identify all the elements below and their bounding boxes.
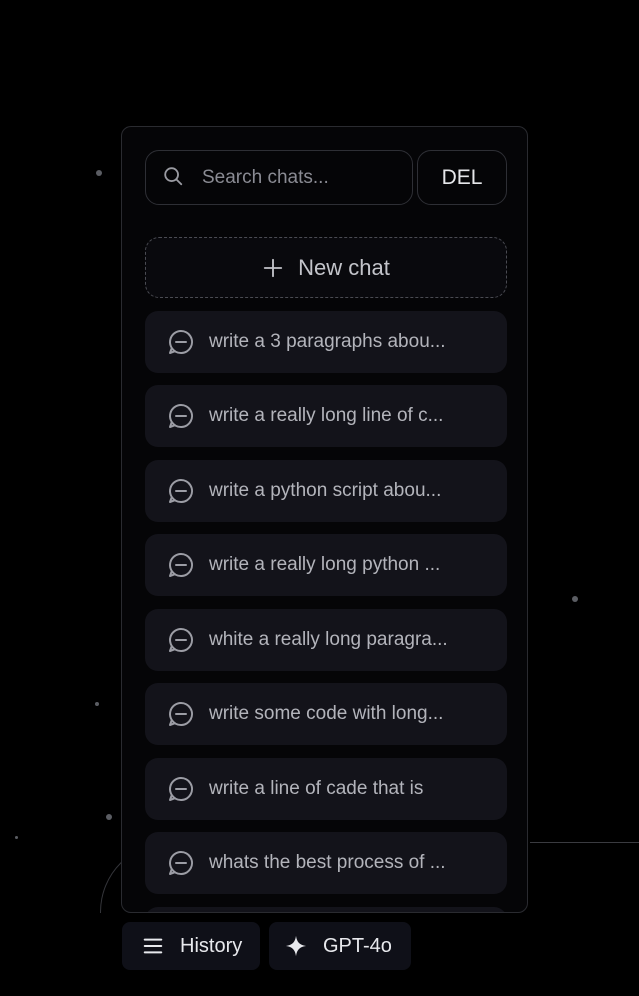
background-dot bbox=[95, 702, 99, 706]
background-dot bbox=[15, 836, 18, 839]
chat-list-item[interactable]: write a 3 paragraphs abou... bbox=[145, 311, 507, 373]
background-dot bbox=[572, 596, 578, 602]
chat-bubble-icon bbox=[169, 777, 193, 801]
search-input[interactable] bbox=[202, 161, 402, 195]
history-label: History bbox=[180, 934, 243, 957]
chat-bubble-icon bbox=[169, 404, 193, 428]
search-box[interactable] bbox=[145, 150, 413, 205]
history-button[interactable]: History bbox=[122, 922, 260, 970]
chat-list-item[interactable] bbox=[145, 907, 507, 912]
chat-list-item[interactable]: white a really long paragra... bbox=[145, 609, 507, 671]
chat-title: write some code with long... bbox=[209, 703, 444, 724]
chat-list-item[interactable]: write a python script abou... bbox=[145, 460, 507, 522]
background-line bbox=[530, 842, 639, 843]
chat-title: write a really long python ... bbox=[209, 554, 441, 575]
delete-button[interactable]: DEL bbox=[417, 150, 507, 205]
new-chat-label: New chat bbox=[298, 254, 390, 280]
chat-bubble-icon bbox=[169, 628, 193, 652]
chat-history-panel: DEL New chat write a 3 paragraphs abou..… bbox=[121, 126, 528, 913]
model-selector-button[interactable]: GPT-4o bbox=[269, 922, 411, 970]
chat-title: write a line of cade that is bbox=[209, 778, 424, 799]
chat-list-item[interactable]: write a really long line of c... bbox=[145, 385, 507, 447]
chat-bubble-icon bbox=[169, 702, 193, 726]
background-dot bbox=[96, 170, 102, 176]
plus-icon bbox=[263, 258, 283, 277]
chat-bubble-icon bbox=[169, 851, 193, 875]
app-stage: DEL New chat write a 3 paragraphs abou..… bbox=[0, 0, 639, 996]
chat-list-item[interactable]: write a line of cade that is bbox=[145, 758, 507, 820]
chat-title: write a 3 paragraphs abou... bbox=[209, 331, 446, 352]
chat-title: whats the best process of ... bbox=[209, 852, 446, 873]
chat-title: write a really long line of c... bbox=[209, 405, 444, 426]
search-icon bbox=[164, 167, 183, 186]
sparkle-icon bbox=[285, 935, 307, 957]
model-label: GPT-4o bbox=[323, 934, 392, 957]
chat-title: write a python script abou... bbox=[209, 480, 442, 501]
background-dot bbox=[106, 814, 112, 820]
chat-title: white a really long paragra... bbox=[209, 629, 448, 650]
chat-bubble-icon bbox=[169, 553, 193, 577]
chat-bubble-icon bbox=[169, 330, 193, 354]
new-chat-button[interactable]: New chat bbox=[145, 237, 507, 298]
chat-list-item[interactable]: write some code with long... bbox=[145, 683, 507, 745]
delete-button-label: DEL bbox=[441, 165, 483, 189]
chat-list-item[interactable]: write a really long python ... bbox=[145, 534, 507, 596]
chat-bubble-icon bbox=[169, 479, 193, 503]
chat-list-item[interactable]: whats the best process of ... bbox=[145, 832, 507, 894]
menu-icon bbox=[143, 938, 163, 954]
